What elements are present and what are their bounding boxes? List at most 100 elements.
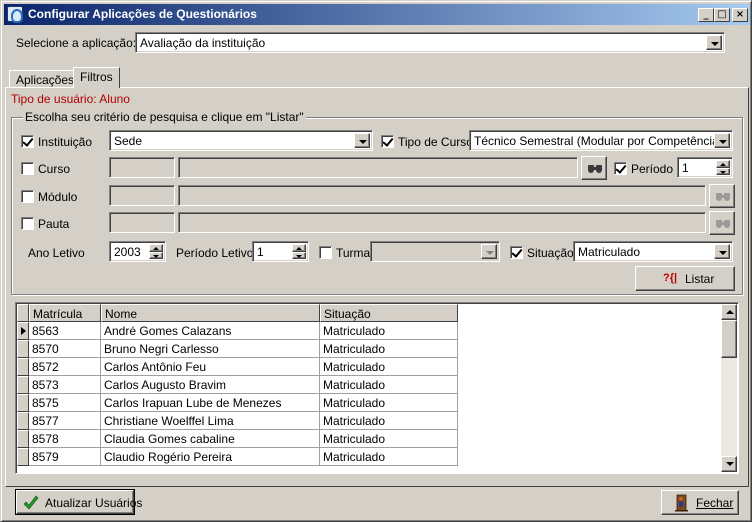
listar-label: Listar	[685, 272, 715, 286]
chevron-down-icon[interactable]	[481, 244, 497, 259]
instituicao-checkbox[interactable]	[21, 135, 34, 148]
grid-corner	[17, 304, 29, 322]
cell-nome: Claudio Rogério Pereira	[101, 448, 320, 466]
app-select-dropdown[interactable]: Avaliação da instituição	[135, 32, 725, 53]
modulo-name-field[interactable]	[178, 185, 706, 206]
cell-matricula: 8570	[29, 340, 101, 358]
curso-code-field[interactable]	[109, 157, 175, 178]
tab-label: Filtros	[80, 70, 113, 84]
periodo-value: 1	[682, 161, 689, 175]
title-bar[interactable]: Configurar Aplicações de Questionários _…	[4, 4, 750, 25]
scroll-thumb[interactable]	[721, 320, 737, 358]
tab-filtros[interactable]: Filtros	[73, 67, 120, 88]
tipo-curso-dropdown[interactable]: Técnico Semestral (Modular por Competênc…	[469, 130, 733, 151]
pauta-search-button[interactable]	[709, 211, 735, 235]
spin-up-icon[interactable]	[716, 160, 730, 168]
app-select-value: Avaliação da instituição	[140, 36, 266, 50]
window: Configurar Aplicações de Questionários _…	[0, 0, 752, 522]
periodo-spinner[interactable]: 1	[677, 157, 733, 178]
curso-label: Curso	[38, 162, 71, 176]
cell-nome: Carlos Augusto Bravim	[101, 376, 320, 394]
periodo-letivo-spin-buttons[interactable]	[292, 244, 306, 259]
update-users-button[interactable]: Atualizar Usuários	[15, 489, 142, 515]
tab-join	[74, 86, 116, 89]
situacao-checkbox[interactable]	[510, 246, 523, 259]
row-indicator	[17, 340, 29, 358]
row-indicator	[17, 322, 29, 340]
check-icon	[23, 495, 39, 510]
ano-letivo-label: Ano Letivo	[28, 246, 85, 260]
row-indicator	[17, 358, 29, 376]
grid-vertical-scrollbar[interactable]	[721, 304, 737, 472]
listar-icon: ?{|	[663, 272, 678, 284]
minimize-button[interactable]: _	[698, 8, 714, 22]
chevron-down-icon[interactable]	[354, 133, 370, 148]
app-select-label: Selecione a aplicação:	[16, 36, 137, 50]
pauta-code-field[interactable]	[109, 212, 175, 233]
scroll-down-icon[interactable]	[721, 456, 737, 472]
chevron-down-icon[interactable]	[706, 35, 722, 50]
listar-button[interactable]: ?{| Listar	[635, 266, 735, 291]
modulo-label: Módulo	[38, 190, 78, 204]
cell-nome: André Gomes Calazans	[101, 322, 320, 340]
cell-situacao: Matriculado	[320, 394, 458, 412]
ano-letivo-spin-buttons[interactable]	[149, 244, 163, 259]
chevron-down-icon[interactable]	[714, 244, 730, 259]
spin-down-icon[interactable]	[716, 167, 730, 175]
modulo-code-field[interactable]	[109, 185, 175, 206]
column-header-nome[interactable]: Nome	[101, 304, 320, 322]
situacao-value: Matriculado	[578, 245, 641, 259]
cell-situacao: Matriculado	[320, 340, 458, 358]
close-window-label: Fechar	[696, 496, 734, 510]
cell-matricula: 8578	[29, 430, 101, 448]
cell-matricula: 8575	[29, 394, 101, 412]
close-window-button[interactable]: Fechar	[661, 490, 739, 515]
tab-aplicacoes[interactable]: Aplicações	[9, 70, 82, 88]
users-grid[interactable]: Matrícula Nome Situação 8563 André Gomes…	[15, 302, 739, 474]
curso-name-field[interactable]	[178, 157, 578, 178]
column-header-matricula[interactable]: Matrícula	[29, 304, 101, 322]
cell-nome: Carlos Irapuan Lube de Menezes	[101, 394, 320, 412]
modulo-checkbox[interactable]	[21, 190, 34, 203]
binoculars-icon	[715, 218, 731, 229]
curso-search-button[interactable]	[581, 156, 607, 180]
pauta-name-field[interactable]	[178, 212, 706, 233]
app-icon	[7, 6, 23, 23]
periodo-letivo-label: Período Letivo	[176, 246, 254, 260]
row-indicator	[17, 376, 29, 394]
close-button[interactable]: ×	[732, 8, 748, 22]
periodo-letivo-spinner[interactable]: 1	[252, 241, 309, 262]
cell-nome: Bruno Negri Carlesso	[101, 340, 320, 358]
turma-dropdown[interactable]	[370, 241, 500, 262]
user-type-label: Tipo de usuário: Aluno	[11, 92, 130, 106]
maximize-button[interactable]: □	[714, 8, 730, 22]
situacao-dropdown[interactable]: Matriculado	[573, 241, 733, 262]
spin-down-icon[interactable]	[149, 251, 163, 259]
row-indicator	[17, 412, 29, 430]
binoculars-icon	[715, 191, 731, 202]
column-header-situacao[interactable]: Situação	[320, 304, 458, 322]
window-title: Configurar Aplicações de Questionários	[28, 7, 257, 21]
instituicao-dropdown[interactable]: Sede	[109, 130, 373, 151]
cell-situacao: Matriculado	[320, 430, 458, 448]
periodo-spin-buttons[interactable]	[716, 160, 730, 175]
instituicao-label: Instituição	[38, 135, 93, 149]
cell-nome: Claudia Gomes cabaline	[101, 430, 320, 448]
chevron-down-icon[interactable]	[714, 133, 730, 148]
spin-down-icon[interactable]	[292, 251, 306, 259]
instituicao-value: Sede	[114, 134, 143, 148]
periodo-checkbox[interactable]	[614, 162, 627, 175]
modulo-search-button[interactable]	[709, 184, 735, 208]
turma-checkbox[interactable]	[319, 246, 332, 259]
cell-situacao: Matriculado	[320, 376, 458, 394]
cell-matricula: 8563	[29, 322, 101, 340]
cell-situacao: Matriculado	[320, 448, 458, 466]
scroll-up-icon[interactable]	[721, 304, 737, 320]
spin-up-icon[interactable]	[292, 244, 306, 252]
ano-letivo-spinner[interactable]: 2003	[109, 241, 166, 262]
pauta-checkbox[interactable]	[21, 217, 34, 230]
spin-up-icon[interactable]	[149, 244, 163, 252]
tipo-curso-checkbox[interactable]	[381, 135, 394, 148]
cell-matricula: 8572	[29, 358, 101, 376]
curso-checkbox[interactable]	[21, 162, 34, 175]
